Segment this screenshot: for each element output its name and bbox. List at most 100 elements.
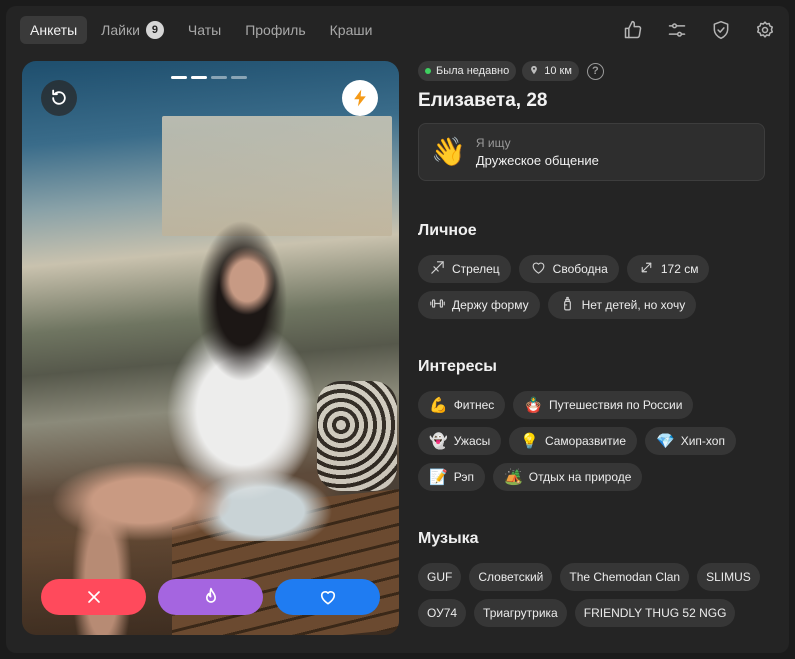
personal-section: Личное Стрелец Свободна 172 см Держу фор… [418,222,773,319]
flexed-biceps-icon: 💪 [429,396,448,414]
chip-label: Свободна [552,262,608,276]
top-actions [621,18,777,42]
music-section: Музыка GUF Словетский The Chemodan Clan … [418,530,773,627]
chip-artist: The Chemodan Clan [560,563,690,591]
seeking-label: Я ищу [475,136,511,150]
seeking-value: Дружеское общение [475,153,599,168]
tab-label: Краши [329,22,373,38]
chip-interest: 🪆 Путешествия по России [513,391,694,419]
personal-chips: Стрелец Свободна 172 см Держу форму Нет … [418,255,773,319]
chip-interest: 💎 Хип-хоп [645,427,736,455]
chip-interest: 💪 Фитнес [418,391,506,419]
photo-dot[interactable] [231,76,247,79]
heart-icon [320,591,335,605]
chip-label: Держу форму [452,298,529,312]
location-pin-icon [529,65,539,78]
dumbbell-icon [429,295,446,315]
tab-label: Профиль [245,22,306,38]
sliders-icon[interactable] [665,18,689,42]
tab-label: Анкеты [30,22,78,38]
rewind-icon [52,89,66,105]
chip-interest: 💡 Саморазвитие [509,427,638,455]
photo-dot[interactable] [171,76,187,79]
gem-icon: 💎 [656,432,675,450]
like-button[interactable] [275,579,380,615]
tab-crushes[interactable]: Краши [320,16,383,44]
tab-label: Лайки [101,22,140,38]
waving-hand-icon: 👋 [431,136,466,167]
close-icon [87,591,100,603]
chip-zodiac: Стрелец [418,255,511,283]
photo-background-building [162,116,392,236]
photo-dot[interactable] [191,76,207,79]
chip-artist: GUF [418,563,462,591]
thumbs-up-icon[interactable] [621,18,645,42]
nesting-doll-icon: 🪆 [524,396,543,414]
chip-label: Фитнес [453,398,495,412]
profile-photo[interactable] [22,61,399,635]
top-nav: Анкеты Лайки 9 Чаты Профиль Краши [20,16,382,44]
undo-button[interactable] [41,80,77,116]
section-title-personal: Личное [418,222,477,239]
chip-label: Путешествия по России [549,398,683,412]
interest-chips: 💪 Фитнес 🪆 Путешествия по России 👻 Ужасы 💡 С… [418,391,773,491]
section-title-interests: Интересы [418,358,497,375]
chip-label: Нет детей, но хочу [581,298,686,312]
chip-label: Отдых на природе [528,470,632,484]
chip-fitness: Держу форму [418,291,540,319]
chip-children: Нет детей, но хочу [547,291,697,319]
tab-profiles[interactable]: Анкеты [20,16,88,44]
tab-likes[interactable]: Лайки 9 [91,16,174,44]
chip-artist: Триагрутрика [474,599,567,627]
chip-label: Саморазвитие [544,434,627,448]
chip-interest: 👻 Ужасы [418,427,502,455]
online-dot [425,68,431,74]
profile-details: Была недавно 10 км ? Елизавета, 28 👋 Я и… [418,61,778,627]
baby-bottle-icon [559,295,576,315]
shield-check-icon[interactable] [709,18,733,42]
distance-text: 10 км [544,65,572,77]
chip-artist: Словетский [469,563,553,591]
light-bulb-icon: 💡 [520,432,539,450]
sagittarius-icon [429,259,446,279]
dislike-button[interactable] [41,579,146,615]
boost-button[interactable] [342,80,378,116]
section-title-music: Музыка [418,530,479,547]
lightning-icon [354,89,366,107]
music-chips: GUF Словетский The Chemodan Clan SLIMUS … [418,563,773,627]
photo-dot[interactable] [211,76,227,79]
heart-outline-icon [530,259,547,279]
chip-label: 172 см [660,262,699,276]
chip-label: Хип-хоп [680,434,725,448]
chip-interest: 🏕️ Отдых на природе [493,463,643,491]
gear-icon[interactable] [753,18,777,42]
chip-artist: SLIMUS [697,563,760,591]
seeking-card: 👋 Я ищу Дружеское общение [418,123,765,181]
distance-badge: 10 км [522,61,579,81]
flame-icon [205,587,216,603]
likes-count-badge: 9 [145,21,164,39]
ghost-icon: 👻 [429,432,448,450]
profile-name-age: Елизавета, 28 [418,90,548,111]
online-status-badge: Была недавно [418,61,517,81]
question-icon[interactable]: ? [586,62,604,80]
tab-profile[interactable]: Профиль [235,16,315,44]
chip-interest: 📝 Рэп [418,463,486,491]
super-like-button[interactable] [158,579,263,615]
chip-label: Стрелец [452,262,500,276]
status-row: Была недавно 10 км ? [418,61,778,81]
tab-chats[interactable]: Чаты [178,16,231,44]
status-text: Была недавно [436,65,510,77]
photo-pagination [171,76,247,79]
swipe-actions [41,579,380,615]
chip-height: 172 см [626,255,710,283]
chip-label: Ужасы [453,434,491,448]
height-arrows-icon [638,259,655,279]
interests-section: Интересы 💪 Фитнес 🪆 Путешествия по России … [418,358,773,491]
memo-icon: 📝 [429,468,448,486]
chip-relationship: Свободна [518,255,619,283]
chip-artist: ОУ74 [418,599,467,627]
chip-artist: FRIENDLY THUG 52 NGG [574,599,736,627]
camping-icon: 🏕️ [504,468,523,486]
chip-label: Рэп [453,470,475,484]
